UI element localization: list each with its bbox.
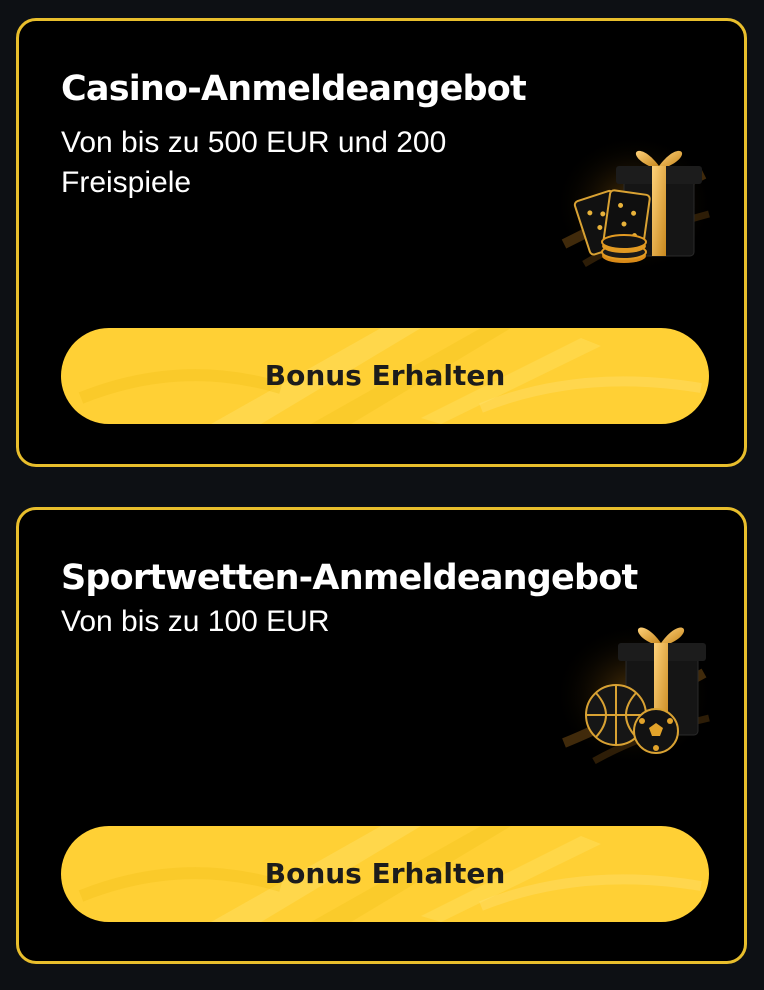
casino-offer-description: Von bis zu 500 EUR und 200 Freispiele bbox=[61, 126, 447, 199]
gift-box-cards-chips-icon bbox=[554, 134, 714, 274]
casino-offer-card: Casino-Anmeldeangebot Von bis zu 500 EUR… bbox=[16, 18, 747, 467]
sports-offer-card: Sportwetten-Anmeldeangebot Von bis zu 10… bbox=[16, 507, 747, 964]
casino-bonus-button-label: Bonus Erhalten bbox=[264, 359, 506, 392]
sports-offer-description: Von bis zu 100 EUR bbox=[61, 605, 330, 638]
sports-bonus-button-label: Bonus Erhalten bbox=[264, 857, 506, 890]
casino-bonus-button[interactable]: Bonus Erhalten bbox=[61, 328, 709, 424]
sports-bonus-button[interactable]: Bonus Erhalten bbox=[61, 826, 709, 922]
sports-offer-title: Sportwetten-Anmeldeangebot bbox=[61, 558, 638, 598]
casino-offer-title: Casino-Anmeldeangebot bbox=[61, 69, 527, 109]
gift-box-balls-icon bbox=[554, 623, 714, 767]
